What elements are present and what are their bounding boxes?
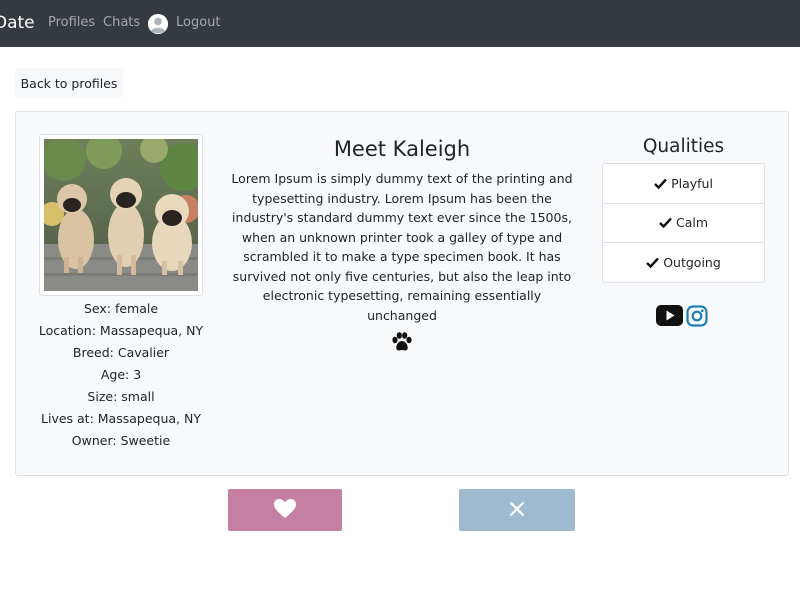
brand-logo[interactable]: Date — [0, 13, 35, 33]
nav-link-logout[interactable]: Logout — [176, 15, 221, 30]
navbar: Date Profiles Chats Logout — [0, 0, 800, 47]
youtube-icon[interactable] — [656, 305, 683, 331]
back-to-profiles-button[interactable]: Back to profiles — [15, 68, 123, 98]
profile-photo — [39, 134, 203, 296]
profile-details: Sex: female Location: Massapequa, NY Bre… — [26, 298, 216, 452]
qualities-panel: Qualities Playful Calm Outgoing — [602, 132, 765, 283]
profile-description: Lorem Ipsum is simply dummy text of the … — [231, 171, 573, 323]
detail-sex: Sex: female — [83, 301, 159, 316]
profile-card: Sex: female Location: Massapequa, NY Bre… — [15, 111, 789, 476]
pass-button[interactable] — [459, 489, 575, 531]
list-item: Playful — [603, 164, 764, 204]
detail-breed: Breed: Cavalier — [72, 345, 170, 360]
list-item: Calm — [603, 204, 764, 244]
heart-icon — [273, 498, 297, 522]
profile-main: Meet Kaleigh Lorem Ipsum is simply dummy… — [231, 132, 573, 353]
close-icon — [509, 501, 525, 520]
check-icon — [646, 257, 660, 268]
instagram-icon[interactable] — [686, 305, 708, 331]
quality-label: Outgoing — [663, 254, 721, 270]
qualities-title: Qualities — [642, 136, 725, 157]
detail-owner: Owner: Sweetie — [71, 433, 171, 448]
detail-age: Age: 3 — [100, 367, 142, 382]
detail-size: Size: small — [87, 389, 155, 404]
page-title: Meet Kaleigh — [333, 137, 471, 161]
check-icon — [654, 178, 667, 189]
detail-lives-at: Lives at: Massapequa, NY — [41, 411, 201, 426]
paw-icon — [231, 331, 573, 353]
quality-label: Playful — [671, 175, 713, 191]
qualities-list: Playful Calm Outgoing — [602, 163, 765, 283]
list-item: Outgoing — [603, 243, 764, 282]
detail-location: Location: Massapequa, NY — [38, 323, 204, 338]
quality-label: Calm — [675, 215, 709, 231]
user-avatar-icon — [148, 14, 168, 34]
check-icon — [659, 217, 672, 229]
nav-link-chats[interactable]: Chats — [103, 15, 140, 30]
social-links — [656, 305, 708, 331]
like-button[interactable] — [228, 489, 342, 531]
nav-link-profiles[interactable]: Profiles — [48, 15, 95, 30]
